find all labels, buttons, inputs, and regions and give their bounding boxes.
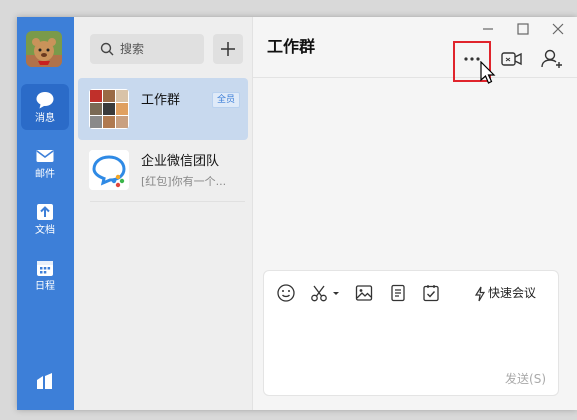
minimize-icon[interactable] (481, 22, 495, 36)
nav-rail: 消息 邮件 文档 日程 (17, 17, 74, 410)
rail-item-mail[interactable]: 邮件 (21, 140, 69, 186)
rail-label-messages: 消息 (35, 113, 55, 124)
maximize-icon[interactable] (516, 22, 530, 36)
rail-label-docs: 文档 (35, 225, 55, 236)
calendar-icon (37, 261, 53, 276)
rail-label-mail: 邮件 (35, 169, 55, 180)
document-icon (37, 204, 53, 220)
conversation-item-wecom-team[interactable]: 企业微信团队 [红包]你有一个... (78, 139, 248, 201)
conversation-item-work-group[interactable]: 工作群 全员 (78, 78, 248, 140)
conversation-name: 工作群 (141, 93, 181, 108)
conversation-list-panel: 搜索 工作群 全员 企业微信团队 [红包]你有一个... (74, 17, 253, 410)
plus-icon (221, 42, 235, 56)
close-icon[interactable] (551, 22, 565, 36)
app-window: 消息 邮件 文档 日程 搜索 工作群 全员 企业微信团队 [红包]你有一个...… (17, 17, 577, 410)
search-icon (100, 42, 114, 56)
quick-meeting-button[interactable]: 快速会议 (474, 283, 536, 303)
workbench-icon[interactable] (35, 371, 55, 391)
emoji-icon[interactable] (276, 283, 296, 303)
add-button[interactable] (213, 34, 243, 64)
rail-item-calendar[interactable]: 日程 (21, 252, 69, 298)
wecom-logo-icon (89, 150, 129, 190)
lightning-icon (474, 286, 486, 301)
rail-item-messages[interactable]: 消息 (21, 84, 69, 130)
todo-icon[interactable] (421, 283, 441, 303)
mouse-cursor-icon (480, 61, 496, 84)
send-button[interactable]: 发送(S) (505, 371, 546, 387)
search-placeholder: 搜索 (120, 42, 145, 56)
chat-panel: 工作群 快速会议 发送(S) (253, 17, 577, 410)
list-divider (90, 201, 245, 202)
conversation-preview: [红包]你有一个... (141, 175, 227, 188)
video-call-icon (501, 52, 522, 66)
chat-title: 工作群 (267, 37, 316, 56)
conversation-name: 企业微信团队 (141, 154, 220, 169)
message-composer[interactable]: 快速会议 发送(S) (263, 270, 559, 396)
quick-meeting-label: 快速会议 (488, 286, 537, 300)
mail-icon (36, 150, 54, 162)
add-user-icon (541, 49, 562, 68)
search-input[interactable]: 搜索 (90, 34, 204, 64)
chevron-down-icon[interactable] (331, 283, 341, 303)
image-icon[interactable] (354, 283, 374, 303)
rail-label-calendar: 日程 (35, 281, 55, 292)
all-members-badge: 全员 (211, 92, 240, 108)
group-avatar (89, 89, 129, 129)
avatar[interactable] (26, 31, 62, 67)
rail-item-docs[interactable]: 文档 (21, 196, 69, 242)
scissors-icon[interactable] (309, 283, 329, 303)
add-member-button[interactable] (538, 45, 566, 73)
chat-bubble-icon (36, 92, 54, 109)
file-icon[interactable] (388, 283, 408, 303)
video-call-button[interactable] (498, 45, 526, 73)
header-divider (253, 77, 577, 78)
